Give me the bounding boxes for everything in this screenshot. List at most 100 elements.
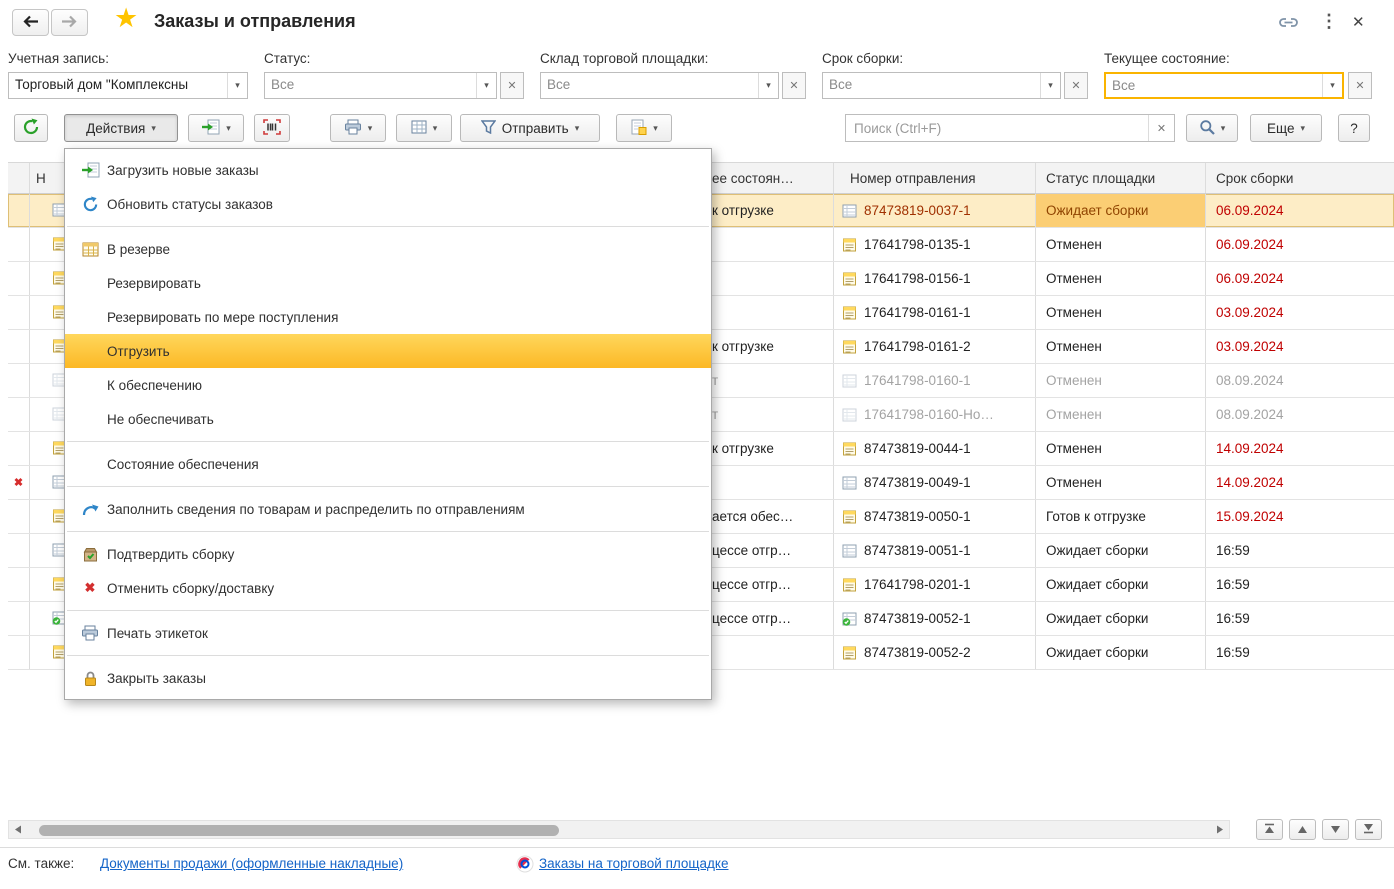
close-icon[interactable]: ✕	[1352, 13, 1365, 31]
shipment-number-text: 87473819-0050-1	[864, 500, 971, 533]
funnel-icon	[481, 120, 496, 137]
load-orders-split-button[interactable]: ▾	[188, 114, 244, 142]
status-combobox[interactable]: Все ▾	[264, 72, 497, 99]
menu-item[interactable]: Закрыть заказы	[65, 661, 711, 695]
report-split-button[interactable]: ▾	[396, 114, 452, 142]
note-icon	[842, 238, 857, 255]
header-marketplace-status-column[interactable]: Статус площадки	[1036, 163, 1206, 193]
clear-status-filter-button[interactable]: ✕	[500, 72, 524, 99]
menu-item[interactable]: Обновить статусы заказов	[65, 187, 711, 221]
search-clear-button[interactable]: ✕	[1148, 115, 1174, 141]
menu-item[interactable]: Состояние обеспечения	[65, 447, 711, 481]
cell-shipment-number: 17641798-0161-1	[834, 296, 1036, 329]
warehouse-combobox[interactable]: Все ▾	[540, 72, 779, 99]
refresh-button[interactable]	[14, 114, 48, 142]
help-button[interactable]: ?	[1338, 114, 1370, 142]
search-split-button[interactable]: ▾	[1186, 114, 1238, 142]
barcode-button[interactable]	[254, 114, 290, 142]
filter-warehouse-label: Склад торговой площадки:	[540, 51, 708, 66]
marketplace-logo-icon	[516, 855, 534, 876]
shipment-number-text: 87473819-0049-1	[864, 466, 971, 499]
scrollbar-track[interactable]	[27, 821, 1211, 838]
clear-current-state-filter-button[interactable]: ✕	[1348, 72, 1372, 99]
page-title: Заказы и отправления	[154, 11, 356, 32]
account-combobox[interactable]: Торговый дом "Комплексны ▾	[8, 72, 248, 99]
menu-separator	[67, 610, 709, 611]
marketplace-orders-link[interactable]: Заказы на торговой площадке	[539, 856, 729, 871]
cell-assembly-due: 08.09.2024	[1206, 398, 1394, 431]
menu-item[interactable]: В резерве	[65, 232, 711, 266]
clear-warehouse-filter-button[interactable]: ✕	[782, 72, 806, 99]
page-up-button[interactable]	[1289, 819, 1316, 840]
scroll-right-icon[interactable]	[1211, 821, 1229, 838]
current-state-combobox[interactable]: Все ▾	[1104, 72, 1344, 99]
cell-marketplace-status: Ожидает сборки	[1036, 568, 1206, 601]
back-button[interactable]	[12, 9, 49, 36]
menu-item[interactable]: Резервировать по мере поступления	[65, 300, 711, 334]
cell-shipment-number: 87473819-0052-2	[834, 636, 1036, 669]
cell-flag	[8, 500, 30, 533]
cell-shipment-number: 17641798-0201-1	[834, 568, 1036, 601]
header-assembly-due-column[interactable]: Срок сборки	[1206, 163, 1394, 193]
header-flag-column[interactable]	[8, 163, 30, 193]
menu-item[interactable]: Отгрузить	[65, 334, 711, 368]
search-input[interactable]	[846, 115, 1148, 141]
cell-marketplace-status: Ожидает сборки	[1036, 602, 1206, 635]
go-to-top-button[interactable]	[1256, 819, 1283, 840]
cell-shipment-number: 17641798-0156-1	[834, 262, 1036, 295]
chevron-down-icon[interactable]: ▾	[227, 73, 247, 98]
print-split-button[interactable]: ▾	[330, 114, 386, 142]
shipment-number-text: 17641798-0201-1	[864, 568, 971, 601]
scroll-left-icon[interactable]	[9, 821, 27, 838]
lock-icon	[77, 670, 103, 687]
clear-icon: ✕	[1355, 79, 1364, 92]
chevron-down-icon[interactable]: ▾	[758, 73, 778, 98]
send-button-label: Отправить	[502, 121, 569, 136]
sales-documents-link[interactable]: Документы продажи (оформленные накладные…	[100, 856, 403, 871]
cell-shipment-number: 17641798-0160-1	[834, 364, 1036, 397]
cell-assembly-due: 03.09.2024	[1206, 330, 1394, 363]
send-button[interactable]: Отправить ▾	[460, 114, 600, 142]
menu-item[interactable]: Подтвердить сборку	[65, 537, 711, 571]
document-create-split-button[interactable]: ▾	[616, 114, 672, 142]
shipment-number-text: 17641798-0156-1	[864, 262, 971, 295]
scrollbar-thumb[interactable]	[39, 825, 559, 836]
sheet-icon	[842, 374, 857, 391]
horizontal-scrollbar[interactable]	[8, 820, 1230, 839]
more-menu-icon[interactable]: ⋮	[1320, 11, 1338, 32]
menu-item[interactable]: Заполнить сведения по товарам и распреде…	[65, 492, 711, 526]
menu-item[interactable]: Загрузить новые заказы	[65, 153, 711, 187]
menu-item[interactable]: ✖Отменить сборку/доставку	[65, 571, 711, 605]
menu-item[interactable]: Резервировать	[65, 266, 711, 300]
cell-shipment-number: 87473819-0049-1	[834, 466, 1036, 499]
go-to-bottom-button[interactable]	[1355, 819, 1382, 840]
cell-marketplace-status: Ожидает сборки	[1036, 636, 1206, 669]
clear-assembly-due-filter-button[interactable]: ✕	[1064, 72, 1088, 99]
page-down-button[interactable]	[1322, 819, 1349, 840]
see-also-label: См. также:	[8, 856, 74, 871]
header-state-label: ее состоян…	[712, 171, 794, 186]
menu-item[interactable]: Печать этикеток	[65, 616, 711, 650]
note-icon	[842, 442, 857, 459]
shipment-number-text: 17641798-0161-2	[864, 330, 971, 363]
menu-item[interactable]: К обеспечению	[65, 368, 711, 402]
cell-shipment-number: 87473819-0044-1	[834, 432, 1036, 465]
shipment-number-text: 17641798-0135-1	[864, 228, 971, 261]
actions-button[interactable]: Действия ▾	[64, 114, 178, 142]
header-shipment-column[interactable]: Номер отправления	[834, 163, 1036, 193]
link-icon[interactable]	[1278, 16, 1299, 32]
assembly-due-combobox[interactable]: Все ▾	[822, 72, 1061, 99]
actions-menu: Загрузить новые заказыОбновить статусы з…	[64, 148, 712, 700]
cell-marketplace-status: Ожидает сборки	[1036, 194, 1206, 227]
cell-marketplace-status: Отменен	[1036, 466, 1206, 499]
chevron-down-icon[interactable]: ▾	[1322, 74, 1342, 97]
chevron-down-icon: ▾	[1300, 123, 1305, 134]
menu-item[interactable]: Не обеспечивать	[65, 402, 711, 436]
current-state-text: к отгрузке	[712, 194, 774, 227]
chevron-down-icon[interactable]: ▾	[476, 73, 496, 98]
favorite-star-icon[interactable]: ★	[114, 3, 138, 34]
more-button[interactable]: Еще ▾	[1250, 114, 1322, 142]
shipment-number-text: 17641798-0160-1	[864, 364, 971, 397]
chevron-down-icon[interactable]: ▾	[1040, 73, 1060, 98]
forward-button[interactable]	[51, 9, 88, 36]
